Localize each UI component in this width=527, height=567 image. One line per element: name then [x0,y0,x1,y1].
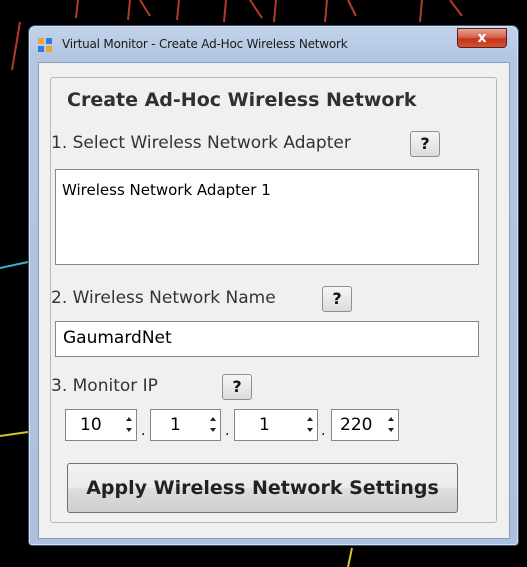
spin-arrows-icon[interactable] [385,412,397,438]
ip-octet-3-value: 1 [259,415,270,435]
adapter-listbox[interactable]: Wireless Network Adapter 1 [55,169,479,265]
ip-separator: . [225,422,230,439]
ip-separator: . [321,422,326,439]
apply-settings-button[interactable]: Apply Wireless Network Settings [67,463,458,513]
ip-octet-4-value: 220 [340,415,373,435]
group-title: Create Ad-Hoc Wireless Network [67,89,417,111]
app-icon [38,38,52,52]
monitor-ip-help-button[interactable]: ? [222,374,252,400]
ip-octet-2-spinner[interactable]: 1 [150,409,221,441]
spin-arrows-icon[interactable] [123,412,135,438]
ip-octet-4-spinner[interactable]: 220 [331,409,399,441]
network-name-label: 2. Wireless Network Name [51,288,276,308]
ip-octet-1-value: 10 [80,415,102,435]
list-item[interactable]: Wireless Network Adapter 1 [62,181,271,199]
ip-octet-1-spinner[interactable]: 10 [65,409,137,441]
spin-arrows-icon[interactable] [304,412,316,438]
dialog-window: Virtual Monitor - Create Ad-Hoc Wireless… [28,25,519,546]
adapter-label: 1. Select Wireless Network Adapter [51,133,351,153]
adapter-help-button[interactable]: ? [410,131,440,157]
close-button[interactable]: x [457,28,507,48]
network-name-help-button[interactable]: ? [322,286,352,312]
ip-separator: . [141,422,146,439]
window-title: Virtual Monitor - Create Ad-Hoc Wireless… [62,37,348,51]
ip-octet-3-spinner[interactable]: 1 [234,409,318,441]
ip-octet-2-value: 1 [170,415,181,435]
spin-arrows-icon[interactable] [207,412,219,438]
network-name-input[interactable]: GaumardNet [55,321,479,357]
monitor-ip-label: 3. Monitor IP [51,376,158,396]
title-bar[interactable]: Virtual Monitor - Create Ad-Hoc Wireless… [29,26,518,62]
